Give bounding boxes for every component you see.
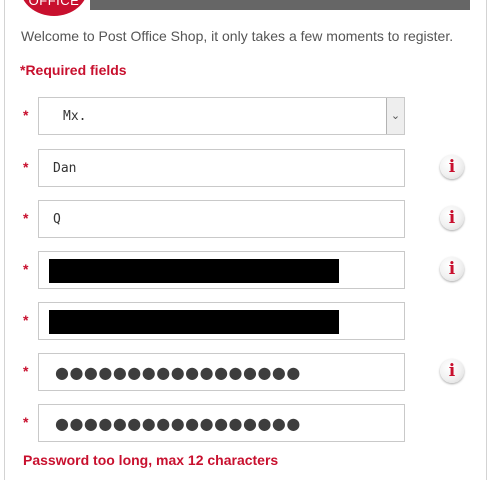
last-name-value: Q	[53, 212, 61, 227]
redacted-block	[49, 310, 339, 334]
required-marker: *	[23, 210, 29, 226]
title-select-value: Mx.	[63, 109, 87, 124]
confirm-password-row: * ●●●●●●●●●●●●●●●●●	[0, 404, 491, 442]
header-bar	[90, 0, 470, 10]
email-field[interactable]	[38, 251, 405, 289]
required-marker: *	[23, 363, 29, 379]
email-row: * i	[0, 251, 491, 289]
confirm-email-row: *	[0, 302, 491, 340]
welcome-text: Welcome to Post Office Shop, it only tak…	[21, 28, 454, 44]
required-fields-note: *Required fields	[20, 62, 127, 78]
required-marker: *	[23, 107, 29, 123]
password-row: * ●●●●●●●●●●●●●●●●● i	[0, 353, 491, 391]
title-row: * Mx. ⌄	[0, 97, 491, 135]
post-office-logo: OFFICE	[20, 0, 88, 16]
chevron-down-icon[interactable]: ⌄	[386, 98, 404, 134]
confirm-password-masked-value: ●●●●●●●●●●●●●●●●●	[55, 414, 301, 433]
info-icon[interactable]: i	[440, 257, 464, 281]
required-marker: *	[23, 312, 29, 328]
last-name-field[interactable]: Q	[38, 200, 405, 238]
password-error-message: Password too long, max 12 characters	[23, 452, 279, 468]
first-name-field[interactable]: Dan	[38, 149, 405, 187]
last-name-row: * Q i	[0, 200, 491, 238]
logo-text: OFFICE	[28, 0, 80, 8]
first-name-value: Dan	[53, 161, 77, 176]
password-field[interactable]: ●●●●●●●●●●●●●●●●●	[38, 353, 405, 391]
info-icon[interactable]: i	[440, 359, 464, 383]
required-marker: *	[23, 414, 29, 430]
info-icon[interactable]: i	[440, 155, 464, 179]
password-masked-value: ●●●●●●●●●●●●●●●●●	[55, 363, 301, 382]
confirm-password-field[interactable]: ●●●●●●●●●●●●●●●●●	[38, 404, 405, 442]
required-marker: *	[23, 261, 29, 277]
first-name-row: * Dan i	[0, 149, 491, 187]
info-icon[interactable]: i	[440, 206, 464, 230]
title-select[interactable]: Mx. ⌄	[38, 97, 405, 135]
redacted-block	[49, 259, 339, 283]
required-marker: *	[23, 159, 29, 175]
confirm-email-field[interactable]	[38, 302, 405, 340]
